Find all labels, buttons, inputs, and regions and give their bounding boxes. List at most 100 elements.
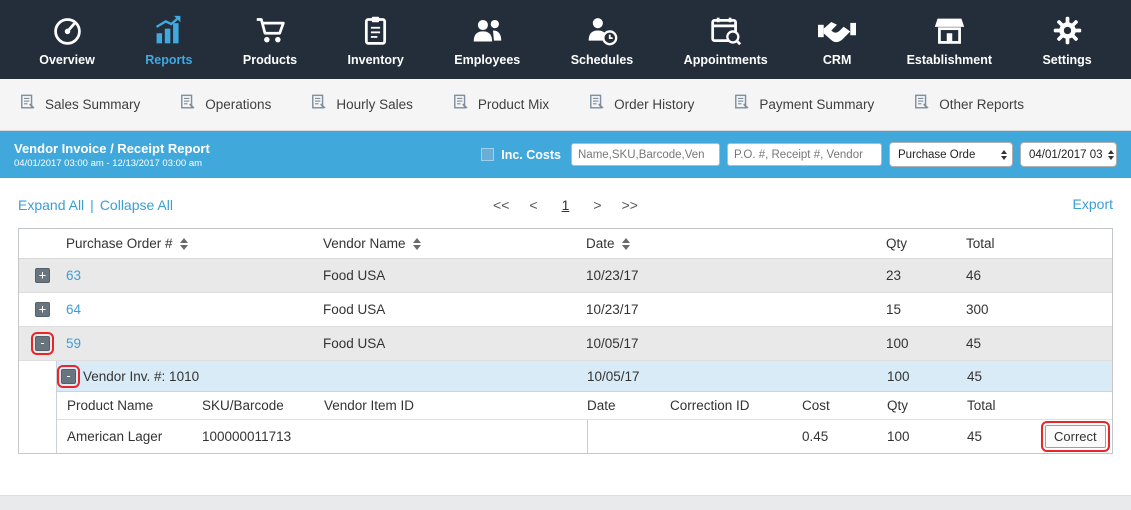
subnav-sales-summary[interactable]: Sales Summary	[20, 94, 140, 115]
nav-item-crm[interactable]: CRM	[818, 13, 857, 67]
nav-item-reports[interactable]: Reports	[145, 13, 192, 67]
export-link[interactable]: Export	[1073, 196, 1113, 212]
nav-item-establishment[interactable]: Establishment	[907, 13, 992, 67]
cost-cell: 0.45	[802, 429, 829, 444]
nav-item-label: Appointments	[683, 52, 768, 67]
nav-item-schedules[interactable]: Schedules	[571, 13, 633, 67]
report-doc-icon	[453, 94, 469, 115]
subnav-other-reports[interactable]: Other Reports	[914, 94, 1024, 115]
nav-item-settings[interactable]: Settings	[1042, 13, 1092, 67]
handshake-icon	[818, 13, 857, 49]
clipboard-icon	[359, 13, 392, 49]
sort-icon[interactable]	[179, 237, 188, 250]
detail-header-sku: SKU/Barcode	[202, 398, 284, 413]
detail-header-product: Product Name	[67, 398, 154, 413]
product-search-input[interactable]	[571, 143, 720, 166]
nav-item-label: Settings	[1042, 52, 1092, 67]
nav-item-overview[interactable]: Overview	[39, 13, 95, 67]
po-number-link[interactable]: 59	[66, 336, 81, 351]
purchase-orders-table: Purchase Order # Vendor Name Date Qty To…	[18, 228, 1113, 454]
invoice-qty-cell: 100	[887, 368, 910, 384]
report-type-select-value: Purchase Orde	[898, 148, 976, 161]
sort-icon[interactable]	[412, 237, 421, 250]
pagination-next[interactable]: >	[593, 197, 601, 213]
nav-item-label: Reports	[145, 52, 193, 67]
date-cell: 10/23/17	[586, 268, 639, 283]
invoice-total-cell: 45	[967, 368, 983, 384]
po-number-link[interactable]: 64	[66, 302, 81, 317]
nav-item-appointments[interactable]: Appointments	[684, 13, 768, 67]
nav-item-label: Employees	[454, 52, 521, 67]
subnav-hourly-sales[interactable]: Hourly Sales	[311, 94, 413, 115]
po-number-link[interactable]: 63	[66, 268, 81, 283]
gauge-icon	[51, 13, 84, 49]
nav-item-label: Overview	[39, 52, 95, 67]
detail-header-date: Date	[587, 398, 616, 413]
detail-data-row: American Lager 100000011713 0.45 100 45 …	[57, 420, 1112, 453]
total-cell: 46	[966, 268, 982, 283]
header-date: Date	[586, 236, 886, 251]
bar-chart-icon	[152, 13, 185, 49]
collapse-row-button[interactable]: -	[31, 332, 54, 355]
nav-item-products[interactable]: Products	[243, 13, 297, 67]
collapse-invoice-button[interactable]: -	[57, 364, 80, 388]
subnav-order-history[interactable]: Order History	[589, 94, 694, 115]
subnav-label: Operations	[205, 97, 272, 112]
pagination-prev[interactable]: <	[529, 197, 537, 213]
subnav-label: Other Reports	[939, 97, 1024, 112]
people-icon	[471, 13, 504, 49]
nav-item-label: Establishment	[906, 52, 993, 67]
header-label: Total	[966, 236, 995, 251]
detail-qty-cell: 100	[887, 429, 910, 444]
report-doc-icon	[180, 94, 196, 115]
expand-row-button[interactable]: +	[35, 302, 50, 317]
pagination-last[interactable]: >>	[622, 197, 638, 213]
pagination-current-page[interactable]: 1	[558, 197, 574, 213]
detail-date-cell	[587, 420, 670, 453]
collapse-all-link[interactable]: Collapse All	[100, 197, 173, 213]
detail-header-total: Total	[967, 398, 996, 413]
report-type-select[interactable]: Purchase Orde	[889, 142, 1013, 167]
report-title-block: Vendor Invoice / Receipt Report 04/01/20…	[14, 141, 210, 169]
inc-costs-checkbox[interactable]	[481, 148, 495, 161]
header-label: Purchase Order #	[66, 236, 173, 251]
expand-all-link[interactable]: Expand All	[18, 197, 84, 213]
subnav-label: Sales Summary	[45, 97, 141, 112]
invoice-date-cell: 10/05/17	[587, 368, 640, 384]
nav-item-employees[interactable]: Employees	[454, 13, 520, 67]
date-cell: 10/23/17	[586, 302, 639, 317]
vendor-invoice-row: - Vendor Inv. #: 1010 10/05/17 100 45	[57, 361, 1112, 392]
vendor-invoice-label: Vendor Inv. #: 1010	[83, 368, 200, 384]
header-vendor-name: Vendor Name	[323, 236, 586, 251]
pagination-first[interactable]: <<	[493, 197, 509, 213]
date-range-select[interactable]: 04/01/2017 03	[1020, 142, 1117, 167]
report-date-range: 04/01/2017 03:00 am - 12/13/2017 03:00 a…	[14, 157, 203, 169]
sort-icon[interactable]	[621, 237, 630, 250]
detail-header-row: Product Name SKU/Barcode Vendor Item ID …	[57, 392, 1112, 420]
expand-row-button[interactable]: +	[35, 268, 50, 283]
person-clock-icon	[585, 13, 618, 49]
subnav-product-mix[interactable]: Product Mix	[453, 94, 549, 115]
subnav-operations[interactable]: Operations	[180, 94, 271, 115]
subnav-label: Order History	[614, 97, 695, 112]
po-receipt-search-input[interactable]	[727, 143, 882, 166]
nav-item-inventory[interactable]: Inventory	[348, 13, 404, 67]
report-filter-controls: Inc. Costs Purchase Orde 04/01/2017 03	[481, 142, 1117, 167]
report-doc-icon	[311, 94, 327, 115]
storefront-icon	[933, 13, 966, 49]
table-row: + 64 Food USA 10/23/17 15 300	[19, 293, 1112, 327]
correct-button[interactable]: Correct	[1041, 421, 1110, 452]
vendor-name-cell: Food USA	[323, 336, 386, 351]
detail-total-cell: 45	[967, 429, 983, 444]
report-title: Vendor Invoice / Receipt Report	[14, 140, 210, 156]
expand-collapse-links: Expand All | Collapse All	[18, 197, 493, 213]
qty-cell: 23	[886, 268, 902, 283]
qty-cell: 15	[886, 302, 902, 317]
table-row: + 63 Food USA 10/23/17 23 46	[19, 259, 1112, 293]
header-label: Qty	[886, 236, 908, 251]
subnav-label: Product Mix	[477, 97, 550, 112]
shopping-cart-icon	[254, 13, 287, 49]
subnav-payment-summary[interactable]: Payment Summary	[734, 94, 874, 115]
subnav-label: Payment Summary	[759, 97, 875, 112]
vendor-name-cell: Food USA	[323, 302, 386, 317]
